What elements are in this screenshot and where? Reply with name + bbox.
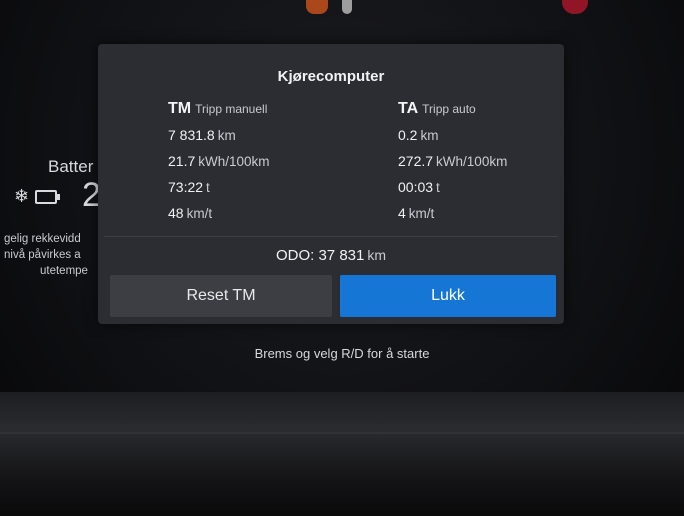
- range-note-line-2: nivå påvirkes a: [4, 249, 81, 261]
- trip-auto-consumption: 272.7 kWh/100km: [398, 152, 507, 170]
- battery-label: Batter: [48, 157, 94, 176]
- odometer-value: 37 831: [318, 247, 365, 264]
- dialog-divider: [104, 236, 558, 237]
- trip-manual-distance-unit: km: [217, 128, 236, 143]
- dialog-title: Kjørecomputer: [277, 68, 385, 85]
- trip-manual-speed-unit: km/t: [186, 206, 213, 221]
- battery-icon: [35, 189, 61, 204]
- warning-indicator-icon: [306, 0, 328, 14]
- trip-auto-time-unit: t: [436, 180, 440, 195]
- close-button[interactable]: Lukk: [340, 275, 556, 317]
- trip-manual-distance: 7 831.8 km: [168, 126, 270, 144]
- trip-auto-header: TA Tripp auto: [398, 100, 507, 118]
- dashboard-surface: [0, 392, 684, 516]
- trip-auto-code: TA: [398, 100, 419, 117]
- trip-manual-consumption: 21.7 kWh/100km: [168, 152, 270, 170]
- dashboard-divider: [0, 432, 684, 434]
- snowflake-icon: ❄: [14, 186, 30, 206]
- reset-tm-button[interactable]: Reset TM: [110, 275, 332, 317]
- battery-status-icons: ❄: [14, 186, 61, 207]
- trip-manual-speed-value: 48: [168, 205, 184, 221]
- trip-auto-time-value: 00:03: [398, 179, 434, 195]
- trip-auto-column: TA Tripp auto 0.2 km 272.7 kWh/100km 00:03 t…: [398, 100, 507, 222]
- trip-computer-dialog: Kjørecomputer TM Tripp manuell 7 831.8 km …: [98, 44, 564, 324]
- trip-auto-distance-value: 0.2: [398, 127, 418, 143]
- odometer-label: ODO:: [275, 247, 315, 264]
- trip-auto-name: Tripp auto: [422, 102, 476, 116]
- trip-manual-code: TM: [168, 100, 192, 117]
- trip-manual-time-value: 73:22: [168, 179, 204, 195]
- range-note-line-3: utetempe: [40, 265, 88, 277]
- trip-auto-speed-unit: km/t: [408, 206, 435, 221]
- trip-auto-distance: 0.2 km: [398, 126, 507, 144]
- trip-manual-column: TM Tripp manuell 7 831.8 km 21.7 kWh/100km …: [168, 100, 270, 222]
- trip-auto-distance-unit: km: [420, 128, 439, 143]
- trip-auto-time: 00:03 t: [398, 178, 507, 196]
- range-note-line-1: gelig rekkevidd: [4, 233, 81, 245]
- indicator-icon: [342, 0, 352, 14]
- trip-manual-consumption-value: 21.7: [168, 153, 196, 169]
- trip-auto-speed-value: 4: [398, 205, 406, 221]
- trip-manual-speed: 48 km/t: [168, 204, 270, 222]
- trip-manual-header: TM Tripp manuell: [168, 100, 270, 118]
- trip-manual-time: 73:22 t: [168, 178, 270, 196]
- trip-manual-time-unit: t: [206, 180, 210, 195]
- trip-auto-consumption-unit: kWh/100km: [436, 154, 508, 169]
- start-hint: Brems og velg R/D for å starte: [254, 346, 430, 361]
- trip-manual-name: Tripp manuell: [195, 102, 268, 116]
- trip-auto-consumption-value: 272.7: [398, 153, 434, 169]
- odometer-unit: km: [367, 247, 387, 263]
- odometer: ODO: 37 831 km: [98, 247, 564, 264]
- trip-manual-distance-value: 7 831.8: [168, 127, 215, 143]
- trip-manual-consumption-unit: kWh/100km: [198, 154, 270, 169]
- trip-auto-speed: 4 km/t: [398, 204, 507, 222]
